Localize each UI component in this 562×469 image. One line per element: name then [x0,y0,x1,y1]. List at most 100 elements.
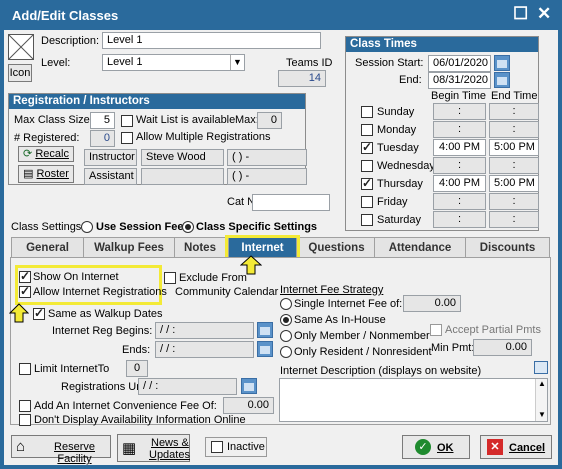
maximize-icon[interactable]: ☐ [513,4,528,24]
registrations-until-input[interactable]: / / : [138,378,237,395]
tab-general[interactable]: General [11,237,84,258]
inactive-checkbox[interactable] [211,441,223,453]
single-fee-input[interactable]: 0.00 [403,295,461,312]
show-on-internet-checkbox[interactable] [19,269,31,283]
tab-walkup-fees[interactable]: Walkup Fees [83,237,175,258]
roster-icon: ▤ [23,168,34,180]
reserve-facility-button[interactable]: ⌂ Reserve Facility [11,435,111,465]
only-member-label: Only Member / Nonmember [294,330,430,342]
end-time-input[interactable]: : [489,193,539,210]
begin-time-input[interactable]: : [433,121,486,138]
cancel-button[interactable]: ✕ Cancel [480,435,552,459]
max-class-size-input[interactable]: 5 [90,112,115,129]
day-label: Thursday [377,178,423,190]
allow-internet-registrations-checkbox[interactable] [19,284,31,298]
end-time-input[interactable]: : [489,121,539,138]
only-member-radio[interactable] [280,330,292,342]
class-icon-placeholder[interactable] [8,34,34,60]
exclude-calendar-checkbox[interactable] [164,272,176,284]
begin-time-input[interactable]: : [433,193,486,210]
assistant-name[interactable] [141,168,224,185]
roster-label: Roster [36,168,69,180]
recalc-button[interactable]: ⟳ Recalc [18,146,74,162]
only-resident-label: Only Resident / Nonresident [294,346,432,358]
min-pmt-input[interactable]: 0.00 [473,339,532,356]
max-label: Max: [235,114,259,126]
textarea-scrollbar[interactable]: ▲ ▼ [535,379,547,421]
reg-begins-label: Internet Reg Begins: [52,325,153,337]
same-as-inhouse-radio[interactable] [280,314,292,326]
assistant-phone[interactable]: ( ) - [227,168,307,185]
cat-no-input[interactable] [252,194,330,211]
session-start-input[interactable]: 06/01/2020 [428,55,491,72]
allow-multiple-label: Allow Multiple Registrations [136,131,271,143]
roster-button[interactable]: ▤ Roster [18,165,74,183]
tab-attendance[interactable]: Attendance [374,237,466,258]
instructor-name[interactable]: Steve Wood [141,149,224,166]
begin-time-input[interactable]: 4:00 PM [433,175,486,192]
single-fee-label: Single Internet Fee of: [294,298,403,310]
convenience-fee-checkbox[interactable] [19,400,31,412]
begin-time-input[interactable]: : [433,157,486,174]
end-time-input[interactable]: : [489,211,539,228]
calendar-icon[interactable] [257,341,273,357]
class-specific-settings-radio[interactable] [182,221,194,233]
end-time-input[interactable]: 5:00 PM [489,175,539,192]
dont-display-availability-checkbox[interactable] [19,414,31,426]
fee-strategy-header: Internet Fee Strategy [280,284,384,296]
wait-list-max-input[interactable]: 0 [257,112,282,129]
news-updates-button[interactable]: ▦ News & Updates [117,434,190,462]
icon-button[interactable]: Icon [8,64,32,82]
scroll-up-icon[interactable]: ▲ [538,379,546,388]
reg-ends-input[interactable]: / / : [155,341,254,358]
recalc-label: Recalc [35,148,69,160]
calendar-icon[interactable] [241,378,257,394]
end-time-input[interactable]: 5:00 PM [489,139,539,156]
single-fee-radio[interactable] [280,298,292,310]
limit-internet-input[interactable]: 0 [126,360,148,377]
tab-discounts[interactable]: Discounts [465,237,550,258]
reg-begins-input[interactable]: / / : [155,322,254,339]
wednesday-checkbox[interactable] [361,160,373,172]
ok-button[interactable]: ✓ OK [402,435,470,459]
limit-internet-checkbox[interactable] [19,363,31,375]
allow-multiple-checkbox[interactable] [121,132,133,144]
monday-checkbox[interactable] [361,124,373,136]
only-resident-radio[interactable] [280,346,292,358]
tab-notes[interactable]: Notes [174,237,226,258]
wait-list-checkbox[interactable] [121,115,133,127]
close-icon[interactable]: ✕ [537,4,551,24]
end-time-input[interactable]: : [489,157,539,174]
same-as-walkup-checkbox[interactable] [33,306,45,320]
tuesday-checkbox[interactable] [361,140,373,154]
thursday-checkbox[interactable] [361,176,373,190]
instructor-phone[interactable]: ( ) - [227,149,307,166]
window-title: Add/Edit Classes [12,8,119,23]
copy-icon[interactable] [534,361,548,374]
accept-partial-checkbox[interactable] [430,324,442,336]
description-input[interactable]: Level 1 [102,32,321,49]
calendar-icon[interactable] [494,72,510,88]
calendar-icon[interactable] [494,55,510,71]
level-select[interactable]: Level 1 ▼ [102,54,245,71]
internet-tab-panel: Show On Internet Allow Internet Registra… [9,255,551,426]
calendar-icon[interactable] [257,322,273,338]
end-time-input[interactable]: : [489,103,539,120]
inactive-toggle[interactable]: Inactive [205,437,267,457]
begin-time-input[interactable]: : [433,103,486,120]
saturday-checkbox[interactable] [361,214,373,226]
chevron-down-icon[interactable]: ▼ [230,55,244,70]
inactive-label: Inactive [227,441,265,453]
begin-time-input[interactable]: : [433,211,486,228]
sunday-checkbox[interactable] [361,106,373,118]
use-session-fees-radio[interactable] [81,221,93,233]
scroll-down-icon[interactable]: ▼ [538,410,546,419]
level-label: Level: [41,57,71,69]
ok-label: OK [437,442,454,454]
session-end-input[interactable]: 08/31/2020 [428,72,491,89]
convenience-fee-input[interactable]: 0.00 [223,397,274,414]
friday-checkbox[interactable] [361,196,373,208]
internet-description-textarea[interactable]: ▲ ▼ [279,378,548,422]
begin-time-input[interactable]: 4:00 PM [433,139,486,156]
tab-questions[interactable]: Questions [298,237,375,258]
